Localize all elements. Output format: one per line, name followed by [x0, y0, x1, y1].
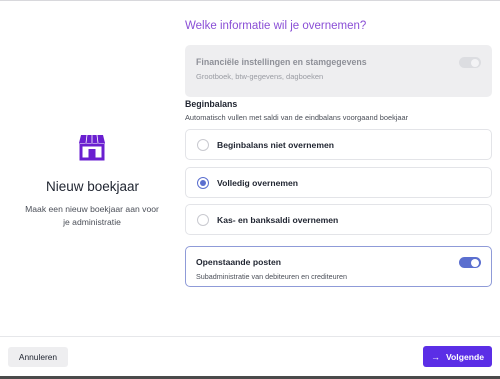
opening-balance-subtitle: Automatisch vullen met saldi van de eind… — [185, 113, 409, 122]
next-button-label: Volgende — [445, 351, 485, 362]
cancel-button[interactable]: Annuleren — [8, 347, 68, 367]
radio-button[interactable] — [197, 139, 209, 151]
financial-settings-toggle — [459, 57, 481, 68]
radio-option-no-transfer[interactable]: Beginbalans niet overnemen — [185, 129, 492, 160]
financial-settings-subtitle: Grootboek, btw-gegevens, dagboeken — [196, 72, 324, 81]
radio-button-checked[interactable] — [197, 177, 209, 189]
open-items-card[interactable]: Openstaande posten Subadministratie van … — [185, 246, 492, 287]
new-fiscal-year-title: Nieuw boekjaar — [45, 179, 140, 194]
radio-option-label: Volledig overnemen — [217, 178, 299, 188]
arrow-right-icon: → — [430, 351, 440, 362]
opening-balance-title: Beginbalans — [185, 99, 238, 109]
dialog: Nieuw boekjaar Maak een nieuw boekjaar a… — [0, 0, 500, 379]
toggle-knob — [471, 58, 479, 67]
financial-settings-title: Financiële instellingen en stamgegevens — [196, 57, 367, 67]
radio-option-label: Beginbalans niet overnemen — [217, 140, 335, 150]
radio-button[interactable] — [197, 214, 209, 226]
next-button[interactable]: → Volgende — [423, 346, 492, 367]
toggle-knob — [471, 258, 479, 267]
radio-option-label: Kas- en banksaldi overnemen — [217, 215, 339, 225]
store-icon — [79, 134, 105, 161]
open-items-subtitle: Subadministratie van debiteuren en credi… — [196, 272, 348, 281]
radio-option-full-transfer[interactable]: Volledig overnemen — [185, 167, 492, 198]
left-panel: Nieuw boekjaar Maak een nieuw boekjaar a… — [0, 1, 170, 336]
new-fiscal-year-description: Maak een nieuw boekjaar aan voor je admi… — [25, 204, 159, 227]
open-items-toggle[interactable] — [459, 257, 481, 268]
dialog-footer: Annuleren → Volgende — [0, 336, 500, 376]
radio-option-cash-bank[interactable]: Kas- en banksaldi overnemen — [185, 204, 492, 235]
financial-settings-card: Financiële instellingen en stamgegevens … — [185, 45, 492, 97]
radio-dot — [200, 180, 206, 186]
open-items-title: Openstaande posten — [196, 257, 281, 267]
page-heading: Welke informatie wil je overnemen? — [185, 20, 367, 32]
